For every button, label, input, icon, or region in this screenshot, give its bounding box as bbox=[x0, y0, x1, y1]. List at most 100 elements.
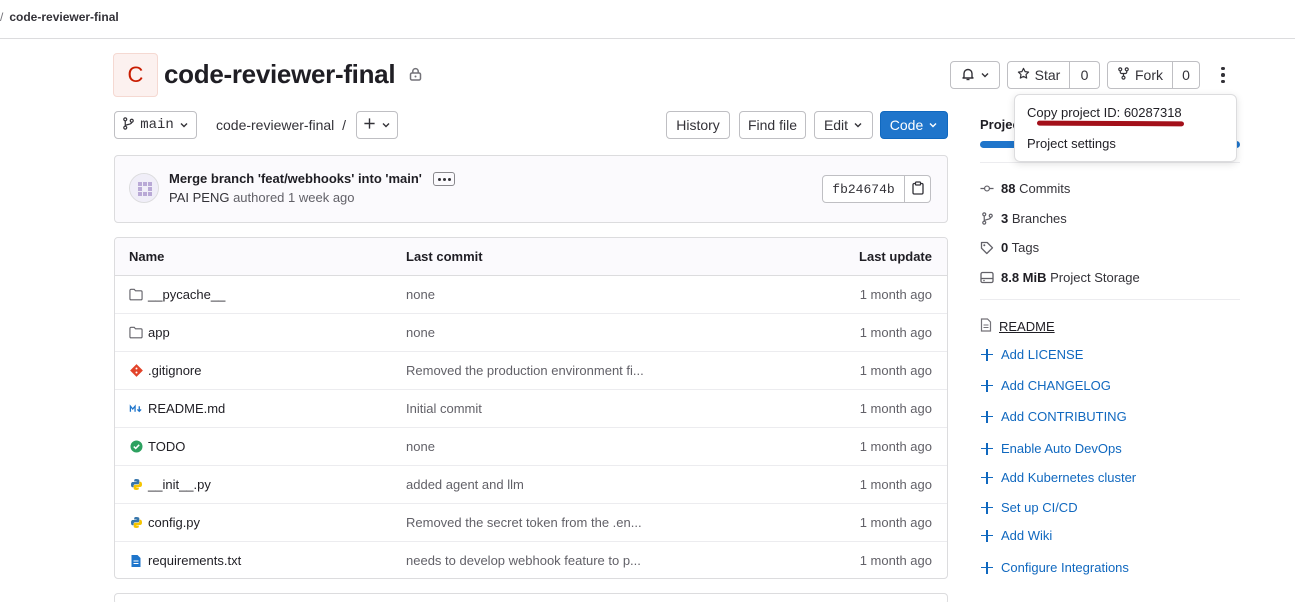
fork-button[interactable]: Fork bbox=[1107, 61, 1173, 89]
table-row[interactable]: __pycache__ none 1 month ago bbox=[115, 276, 947, 314]
sidebar-link-label: Add Wiki bbox=[1001, 528, 1053, 543]
notifications-button[interactable] bbox=[950, 61, 1000, 89]
sidebar-link-add-changelog[interactable]: Add CHANGELOG bbox=[980, 378, 1111, 393]
history-button[interactable]: History bbox=[666, 111, 730, 139]
file-last-commit[interactable]: Removed the production environment fi... bbox=[406, 363, 644, 378]
table-row[interactable]: config.py Removed the secret token from t… bbox=[115, 504, 947, 542]
chevron-down-icon bbox=[179, 117, 189, 133]
latest-commit: Merge branch 'feat/webhooks' into 'main'… bbox=[114, 155, 948, 223]
sidebar-stat-project-storage[interactable]: 8.8 MiB Project Storage bbox=[980, 270, 1140, 285]
find-file-button[interactable]: Find file bbox=[739, 111, 806, 139]
project-settings-item[interactable]: Project settings bbox=[1027, 136, 1116, 151]
sidebar-link-set-up-ci-cd[interactable]: Set up CI/CD bbox=[980, 500, 1078, 515]
add-to-tree-button[interactable] bbox=[356, 111, 398, 139]
commit-time: authored 1 week ago bbox=[233, 190, 355, 205]
file-name: __init__.py bbox=[148, 477, 211, 492]
file-last-update: 1 month ago bbox=[859, 325, 932, 340]
file-last-commit[interactable]: Initial commit bbox=[406, 401, 482, 416]
sidebar-link-label: Add CHANGELOG bbox=[1001, 378, 1111, 393]
folder-icon bbox=[129, 288, 143, 302]
markdown-icon bbox=[129, 402, 143, 416]
sidebar-link-label: Add LICENSE bbox=[1001, 347, 1084, 362]
tag-icon bbox=[980, 241, 994, 255]
chevron-down-icon bbox=[381, 117, 391, 133]
sidebar-link-add-license[interactable]: Add LICENSE bbox=[980, 347, 1083, 362]
edit-button[interactable]: Edit bbox=[814, 111, 873, 139]
star-count[interactable]: 0 bbox=[1070, 61, 1100, 89]
file-last-commit[interactable]: needs to develop webhook feature to p... bbox=[406, 553, 641, 568]
copy-project-id-item[interactable]: Copy project ID: 60287318 bbox=[1027, 105, 1182, 120]
table-row[interactable]: app none 1 month ago bbox=[115, 314, 947, 352]
commit-sha[interactable]: fb24674b bbox=[822, 175, 905, 203]
file-name-cell[interactable]: config.py bbox=[129, 515, 200, 530]
readme-label: README bbox=[999, 319, 1055, 334]
file-name-cell[interactable]: __pycache__ bbox=[129, 287, 225, 302]
more-actions-icon[interactable] bbox=[1212, 62, 1234, 88]
author-avatar[interactable] bbox=[129, 173, 159, 203]
file-last-commit[interactable]: added agent and llm bbox=[406, 477, 524, 492]
file-last-commit[interactable]: Removed the secret token from the .en... bbox=[406, 515, 642, 530]
branch-selector[interactable]: main bbox=[114, 111, 197, 139]
python-icon bbox=[129, 478, 143, 492]
file-name-cell[interactable]: .gitignore bbox=[129, 363, 201, 378]
file-name-cell[interactable]: app bbox=[129, 325, 170, 340]
file-last-commit[interactable]: none bbox=[406, 287, 435, 302]
project-avatar: C bbox=[113, 53, 158, 97]
stat-label: Tags bbox=[1011, 240, 1040, 255]
toggle-commit-description-icon[interactable] bbox=[433, 172, 455, 186]
stat-label: Commits bbox=[1019, 181, 1071, 196]
repo-path-root[interactable]: code-reviewer-final bbox=[216, 117, 334, 133]
stat-label: Branches bbox=[1011, 211, 1067, 226]
header-name: Name bbox=[129, 249, 165, 264]
red-underline-annotation bbox=[1036, 120, 1185, 127]
stat-text: 8.8 MiB Project Storage bbox=[1001, 270, 1140, 285]
stat-label: Project Storage bbox=[1050, 270, 1140, 285]
file-name: __pycache__ bbox=[148, 287, 226, 302]
header-last-commit: Last commit bbox=[406, 249, 483, 264]
file-name-cell[interactable]: requirements.txt bbox=[129, 553, 241, 568]
file-last-update: 1 month ago bbox=[859, 553, 932, 568]
sidebar-link-label: Enable Auto DevOps bbox=[1001, 441, 1122, 456]
table-row[interactable]: requirements.txt needs to develop webhook… bbox=[115, 542, 947, 578]
sidebar-stat-tags[interactable]: 0 Tags bbox=[980, 240, 1039, 255]
fork-count[interactable]: 0 bbox=[1173, 61, 1200, 89]
file-last-commit[interactable]: none bbox=[406, 439, 435, 454]
sidebar-link-label: Add CONTRIBUTING bbox=[1001, 409, 1127, 424]
chevron-down-icon bbox=[928, 117, 938, 133]
commit-author[interactable]: PAI PENG bbox=[169, 190, 229, 205]
sidebar-link-label: Add Kubernetes cluster bbox=[1001, 470, 1137, 485]
file-last-commit[interactable]: none bbox=[406, 325, 435, 340]
sidebar-link-add-wiki[interactable]: Add Wiki bbox=[980, 528, 1052, 543]
star-button[interactable]: Star bbox=[1007, 61, 1070, 89]
project-title: code-reviewer-final bbox=[164, 59, 396, 89]
chevron-down-icon bbox=[980, 67, 990, 83]
table-row[interactable]: README.md Initial commit 1 month ago bbox=[115, 390, 947, 428]
edit-label: Edit bbox=[823, 117, 849, 133]
file-name: .gitignore bbox=[148, 363, 202, 378]
file-name-cell[interactable]: __init__.py bbox=[129, 477, 211, 492]
table-row[interactable]: TODO none 1 month ago bbox=[115, 428, 947, 466]
git-icon bbox=[129, 364, 143, 378]
sidebar-link-add-kubernetes-cluster[interactable]: Add Kubernetes cluster bbox=[980, 470, 1136, 485]
commit-message[interactable]: Merge branch 'feat/webhooks' into 'main' bbox=[169, 171, 422, 186]
storage-icon bbox=[980, 271, 994, 285]
file-last-update: 1 month ago bbox=[859, 287, 932, 302]
chevron-down-icon bbox=[853, 117, 863, 133]
breadcrumb-current[interactable]: code-reviewer-final bbox=[9, 10, 118, 24]
file-name-cell[interactable]: README.md bbox=[129, 401, 225, 416]
star-label: Star bbox=[1034, 67, 1061, 83]
sidebar-stat-commits[interactable]: 88 Commits bbox=[980, 181, 1070, 196]
readme-link[interactable]: README bbox=[980, 318, 1055, 335]
copy-sha-button[interactable] bbox=[905, 175, 931, 203]
sidebar-link-configure-integrations[interactable]: Configure Integrations bbox=[980, 560, 1129, 575]
sidebar-stat-branches[interactable]: 3 Branches bbox=[980, 211, 1067, 226]
sidebar-link-enable-auto-devops[interactable]: Enable Auto DevOps bbox=[980, 441, 1122, 456]
file-name-cell[interactable]: TODO bbox=[129, 439, 185, 454]
code-button[interactable]: Code bbox=[880, 111, 948, 139]
table-row[interactable]: __init__.py added agent and llm 1 month ag… bbox=[115, 466, 947, 504]
stat-count: 0 bbox=[1001, 240, 1009, 255]
table-row[interactable]: .gitignore Removed the production environ… bbox=[115, 352, 947, 390]
stat-text: 3 Branches bbox=[1001, 211, 1067, 226]
sidebar-link-add-contributing[interactable]: Add CONTRIBUTING bbox=[980, 409, 1127, 424]
lock-icon bbox=[409, 67, 422, 84]
